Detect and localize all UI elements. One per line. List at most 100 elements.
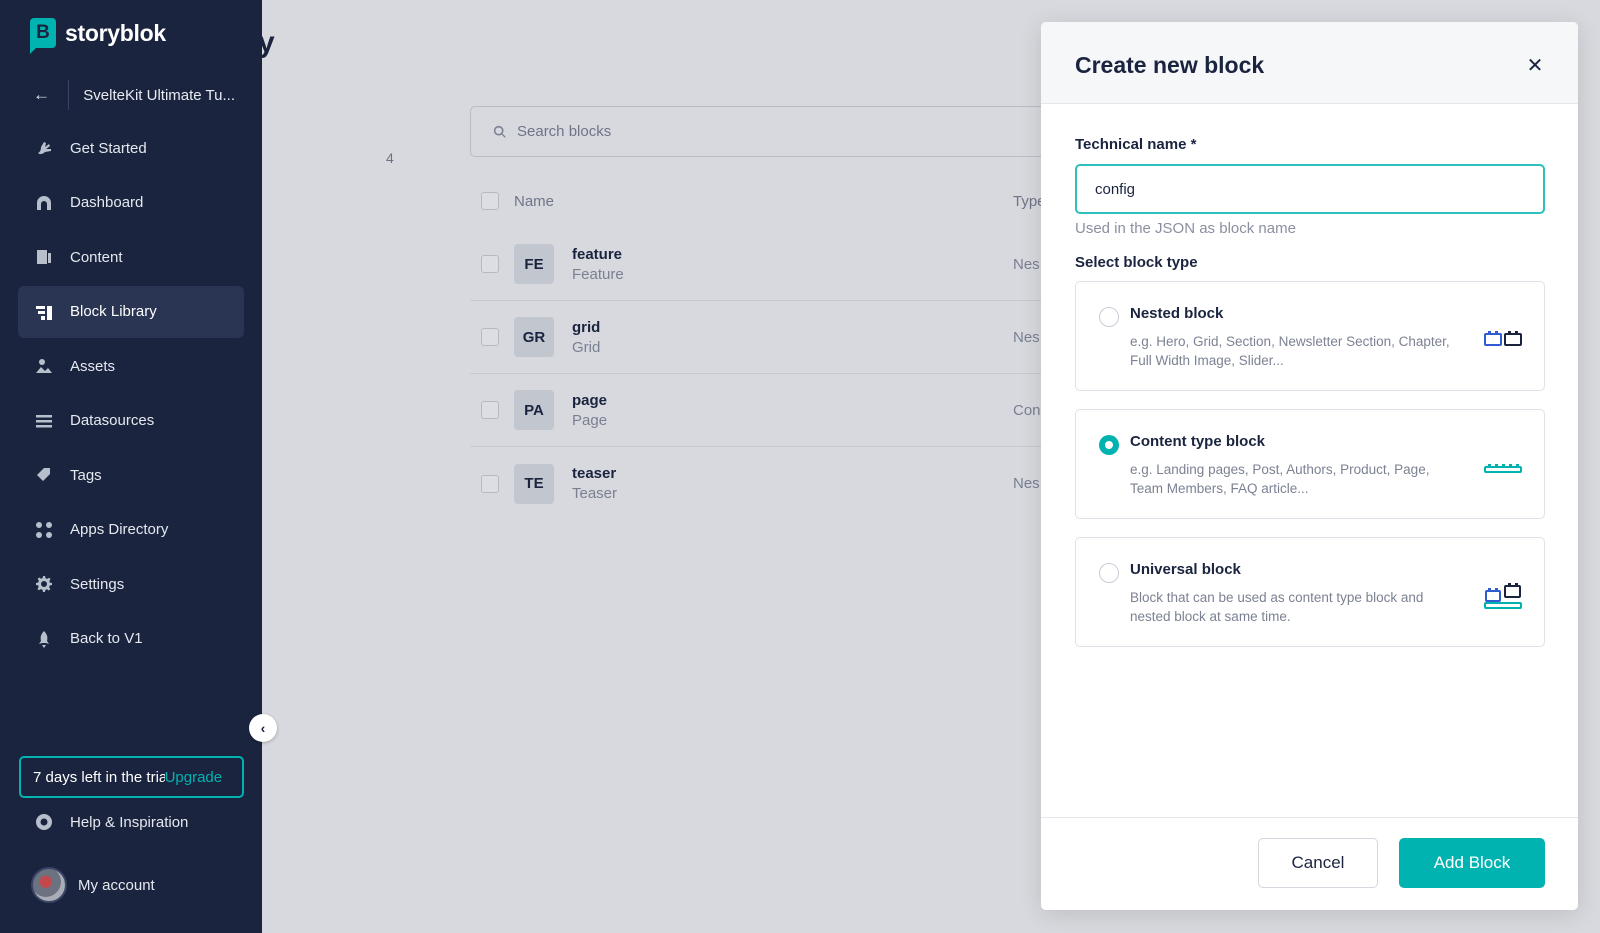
back-arrow-icon[interactable]: ←: [33, 85, 54, 105]
nav-label: Back to V1: [70, 630, 143, 647]
cancel-button[interactable]: Cancel: [1258, 838, 1378, 888]
option-content-type-block[interactable]: Content type block e.g. Landing pages, P…: [1075, 409, 1545, 519]
close-icon[interactable]: ✕: [1526, 55, 1544, 77]
help-label: Help & Inspiration: [70, 813, 189, 831]
technical-name-input[interactable]: [1075, 164, 1545, 214]
avatar: [31, 867, 67, 903]
column-name[interactable]: Name: [514, 193, 554, 210]
block-count: 4: [386, 150, 394, 166]
block-badge: FE: [514, 244, 554, 284]
apps-icon: [35, 521, 53, 539]
space-name: SvelteKit Ultimate Tu...: [83, 86, 235, 104]
option-description: e.g. Hero, Grid, Section, Newsletter Sec…: [1130, 334, 1450, 368]
help-inspiration-link[interactable]: Help & Inspiration: [35, 813, 188, 831]
content-icon: [35, 248, 53, 266]
technical-name-label: Technical name *: [1075, 136, 1197, 153]
storyblok-logo-icon: B: [30, 18, 56, 54]
block-type: Nes: [1013, 475, 1040, 492]
nav-item-apps-directory[interactable]: Apps Directory: [18, 504, 244, 556]
block-display-name: Feature: [572, 265, 624, 283]
block-badge: TE: [514, 463, 554, 504]
add-block-button[interactable]: Add Block: [1399, 838, 1545, 888]
table-row[interactable]: PA page Page Con: [470, 374, 1070, 447]
block-type: Nes: [1013, 255, 1040, 273]
table-row[interactable]: TE teaser Teaser Nes: [470, 447, 1070, 520]
block-badge: PA: [514, 390, 554, 430]
gear-icon: [35, 575, 53, 593]
table-row[interactable]: GR grid Grid Nes: [470, 301, 1070, 374]
nav-item-content[interactable]: Content: [18, 231, 244, 283]
nav-item-block-library[interactable]: Block Library: [18, 285, 244, 338]
block-display-name: Teaser: [572, 485, 618, 502]
block-library-icon: [35, 303, 53, 321]
option-title: Nested block: [1130, 305, 1224, 322]
modal-header: Create new block ✕: [1041, 22, 1578, 104]
nav-item-back-to-v1[interactable]: Back to V1: [18, 613, 244, 665]
sidebar: B storyblok ← SvelteKit Ultimate Tu... G…: [0, 0, 262, 933]
nav-item-get-started[interactable]: Get Started: [18, 122, 244, 174]
divider: [68, 80, 70, 110]
main-nav: Get Started Dashboard Content Block Libr…: [18, 122, 244, 667]
block-display-name: Grid: [572, 338, 601, 356]
universal-block-icon: [1484, 583, 1522, 609]
modal-title: Create new block: [1075, 52, 1265, 78]
my-account-link[interactable]: My account: [31, 867, 155, 903]
nav-label: Dashboard: [70, 194, 144, 211]
nav-item-dashboard[interactable]: Dashboard: [18, 177, 244, 229]
row-checkbox[interactable]: [481, 328, 499, 346]
chevron-left-icon: ‹: [260, 720, 266, 736]
option-universal-block[interactable]: Universal block Block that can be used a…: [1075, 537, 1545, 647]
nav-label: Get Started: [70, 139, 147, 157]
space-switcher[interactable]: ← SvelteKit Ultimate Tu...: [33, 80, 243, 110]
row-checkbox[interactable]: [481, 255, 499, 273]
table-row[interactable]: FE feature Feature Nes: [470, 228, 1070, 301]
option-title: Universal block: [1130, 561, 1241, 578]
table-header: Name Type: [470, 186, 1070, 216]
content-type-block-icon: [1484, 464, 1522, 473]
block-name[interactable]: feature: [572, 246, 624, 263]
block-display-name: Page: [572, 411, 608, 429]
nav-item-settings[interactable]: Settings: [18, 558, 244, 610]
option-description: Block that can be used as content type b…: [1130, 590, 1424, 624]
nav-label: Settings: [70, 575, 125, 593]
radio-nested-block[interactable]: [1099, 307, 1119, 327]
assets-icon: [35, 357, 53, 375]
search-placeholder: Search blocks: [517, 123, 612, 140]
block-badge: GR: [514, 317, 554, 357]
block-name[interactable]: teaser: [572, 465, 617, 482]
option-title: Content type block: [1130, 433, 1266, 450]
technical-name-hint: Used in the JSON as block name: [1075, 220, 1296, 237]
nav-item-datasources[interactable]: Datasources: [18, 395, 244, 447]
upgrade-link[interactable]: Upgrade: [164, 768, 223, 786]
select-all-checkbox[interactable]: [481, 192, 499, 210]
nav-label: Block Library: [70, 303, 157, 320]
nav-label: Datasources: [70, 412, 155, 429]
nav-item-assets[interactable]: Assets: [18, 340, 244, 392]
nav-label: Content: [70, 248, 123, 266]
row-checkbox[interactable]: [481, 474, 499, 493]
search-blocks-field[interactable]: Search blocks: [470, 106, 1070, 157]
storyblok-logo[interactable]: B storyblok: [30, 18, 166, 54]
nav-label: Apps Directory: [70, 521, 169, 538]
modal-footer: Cancel Add Block: [1041, 817, 1578, 910]
trial-banner[interactable]: 7 days left in the trial Upgrade: [19, 756, 244, 798]
block-name[interactable]: page: [572, 392, 607, 409]
radio-content-type-block[interactable]: [1099, 435, 1119, 455]
block-type: Nes: [1013, 328, 1040, 346]
row-checkbox[interactable]: [481, 401, 499, 419]
tag-icon: [35, 466, 53, 484]
brand-name: storyblok: [65, 19, 166, 46]
option-description: e.g. Landing pages, Post, Authors, Produ…: [1130, 462, 1430, 496]
rocket-icon: [35, 630, 53, 648]
account-label: My account: [78, 876, 155, 894]
option-nested-block[interactable]: Nested block e.g. Hero, Grid, Section, N…: [1075, 281, 1545, 391]
dashboard-icon: [35, 194, 53, 212]
create-block-modal: Create new block ✕ Technical name * Used…: [1041, 22, 1578, 910]
nested-block-icon: [1484, 331, 1522, 346]
radio-universal-block[interactable]: [1099, 563, 1119, 583]
block-type: Con: [1013, 401, 1041, 419]
block-name[interactable]: grid: [572, 319, 600, 336]
collapse-sidebar-button[interactable]: ‹: [249, 714, 277, 742]
trial-text: 7 days left in the trial: [33, 768, 171, 786]
nav-item-tags[interactable]: Tags: [18, 449, 244, 501]
